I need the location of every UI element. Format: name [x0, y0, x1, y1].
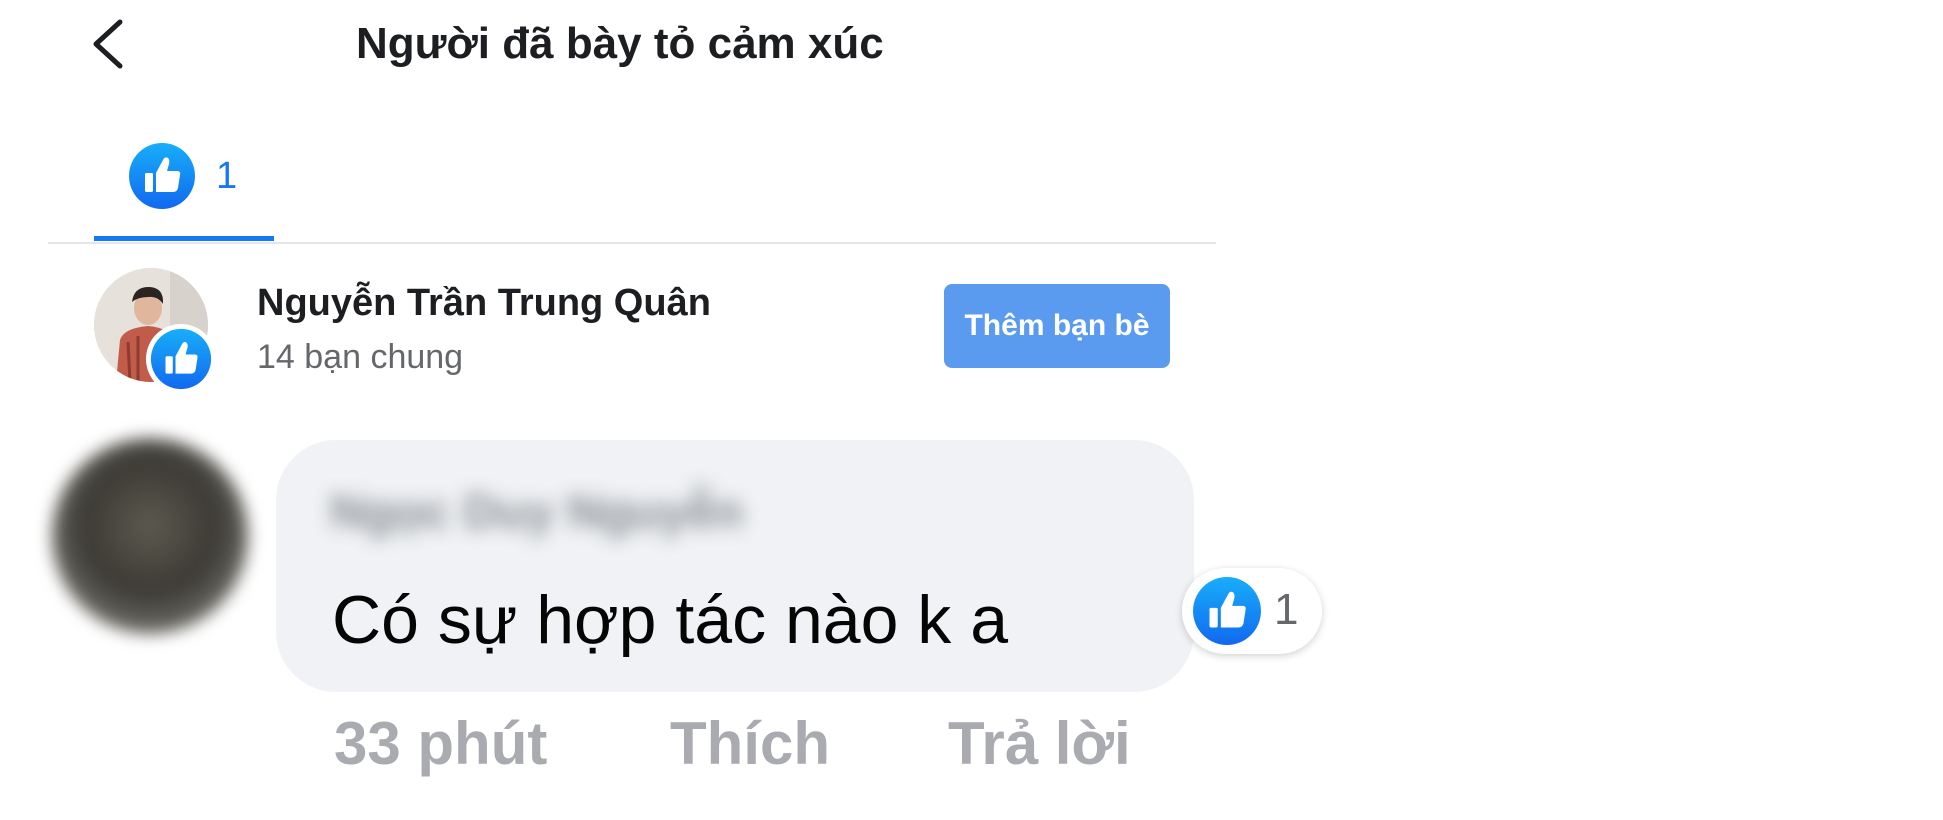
like-comment-button[interactable]: Thích — [670, 704, 830, 784]
mutual-friends-count: 14 bạn chung — [257, 338, 464, 376]
active-tab-indicator — [94, 236, 274, 241]
comment-text: Có sự hợp tác nào k a — [332, 582, 1009, 658]
reactions-screen: Người đã bày tỏ cảm xúc 1 Nguyễn Trần Tr… — [0, 0, 1943, 820]
like-icon — [150, 328, 212, 390]
tab-divider — [48, 242, 1216, 244]
like-icon — [129, 143, 195, 209]
comment-avatar[interactable] — [52, 438, 248, 634]
back-button[interactable] — [86, 12, 134, 76]
reaction-count: 1 — [1274, 585, 1299, 634]
comment-author[interactable]: Ngọc Duy Nguyễn — [330, 480, 743, 546]
reaction-badge — [146, 324, 216, 394]
tab-like[interactable]: 1 — [94, 134, 274, 242]
tab-like-count: 1 — [216, 155, 238, 197]
comment-reaction-count[interactable]: 1 — [1182, 568, 1322, 654]
reply-comment-button[interactable]: Trả lời — [948, 704, 1131, 784]
add-friend-button[interactable]: Thêm bạn bè — [944, 284, 1170, 368]
page-title: Người đã bày tỏ cảm xúc — [356, 19, 884, 68]
like-icon — [1193, 577, 1261, 645]
reactor-name[interactable]: Nguyễn Trần Trung Quân — [257, 278, 711, 328]
comment-timestamp: 33 phút — [334, 710, 548, 777]
chevron-left-icon — [93, 19, 123, 69]
